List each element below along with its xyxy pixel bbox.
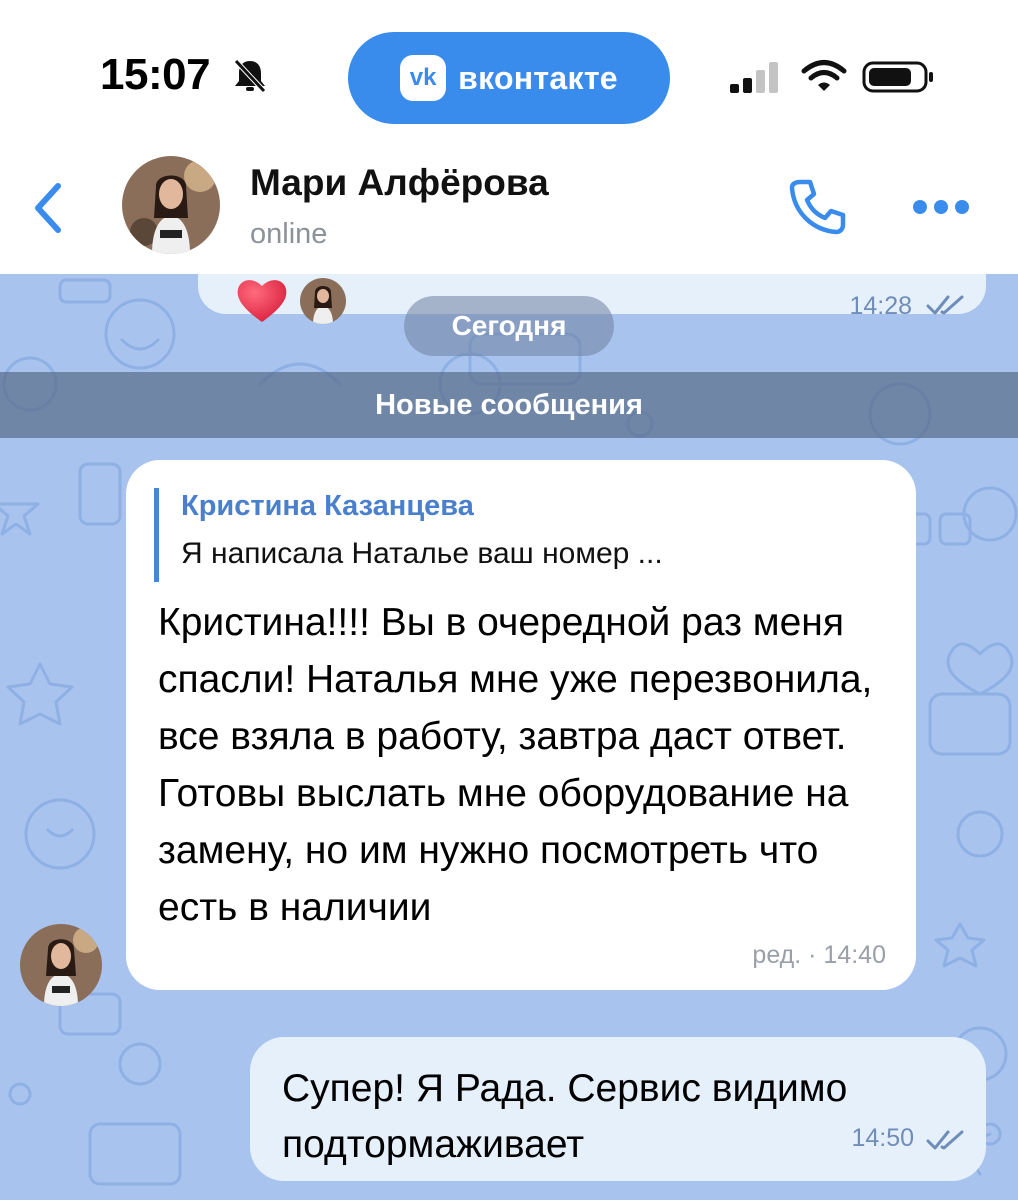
contact-status: online	[250, 218, 328, 250]
avatar[interactable]	[122, 156, 220, 254]
vk-logo-icon: vk	[400, 55, 447, 101]
contact-name[interactable]: Мари Алфёрова	[250, 162, 549, 204]
back-chevron-icon[interactable]	[28, 180, 68, 236]
message-time: 14:28	[849, 292, 912, 320]
message-meta: ред. · 14:40	[752, 941, 886, 969]
reply-author: Кристина Казанцева	[181, 490, 474, 522]
outgoing-message-bubble[interactable]: Супер! Я Рада. Сервис видимо подтормажив…	[250, 1037, 986, 1181]
message-text: Кристина!!!! Вы в очередной раз меня спа…	[158, 601, 873, 929]
vk-app-label: вконтакте	[458, 59, 618, 96]
battery-icon	[862, 61, 933, 93]
status-time: 15:07	[100, 50, 211, 99]
reply-text: Я написала Наталье ваш номер ...	[181, 537, 663, 570]
read-ticks-icon	[926, 1130, 964, 1150]
chat-header: Мари Алфёрова online	[0, 140, 1018, 274]
read-ticks-icon	[926, 295, 964, 315]
message-time: 14:50	[851, 1124, 914, 1152]
avatar	[300, 278, 346, 324]
incoming-message-bubble[interactable]: Кристина Казанцева Я написала Наталье ва…	[126, 460, 916, 990]
new-messages-divider: Новые сообщения	[0, 372, 1018, 438]
chat-area[interactable]: 14:28 Сегодня Новые сообщения Кристина К…	[0, 274, 1018, 1200]
vk-app-pill[interactable]: vk вконтакте	[348, 32, 670, 124]
date-divider: Сегодня	[404, 296, 614, 356]
bell-muted-icon	[234, 59, 266, 93]
status-bar: 15:07 vk вконтакте	[0, 0, 1018, 140]
avatar[interactable]	[20, 924, 102, 1006]
reply-quote[interactable]: Кристина Казанцева Я написала Наталье ва…	[154, 488, 854, 582]
heart-icon	[237, 280, 287, 322]
wifi-icon	[801, 60, 847, 91]
message-text: Супер! Я Рада. Сервис видимо подтормажив…	[282, 1067, 848, 1166]
phone-icon[interactable]	[786, 176, 848, 238]
more-dots-icon[interactable]	[912, 198, 970, 216]
signal-icon	[730, 62, 778, 93]
